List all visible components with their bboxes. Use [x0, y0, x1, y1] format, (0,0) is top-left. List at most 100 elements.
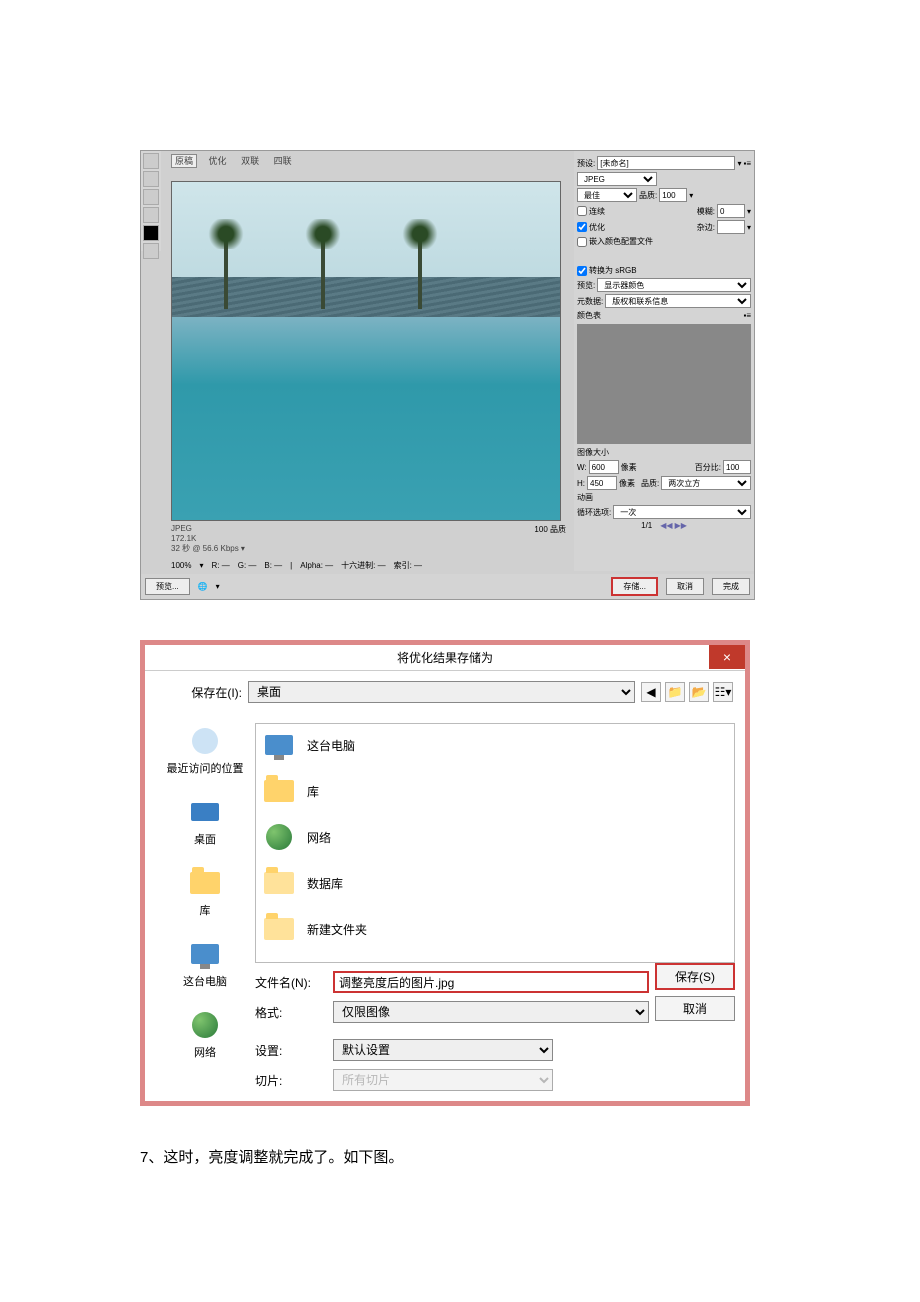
matte-dropdown-icon[interactable]: ▾	[747, 223, 751, 232]
hand-tool[interactable]	[143, 153, 159, 169]
embed-profile-label: 嵌入颜色配置文件	[589, 236, 653, 247]
loop-label: 循环选项:	[577, 507, 611, 518]
quality-readout: 100 品质	[534, 524, 566, 535]
loop-select[interactable]: 一次	[613, 505, 751, 519]
eyedropper-tool[interactable]	[143, 207, 159, 223]
place-computer[interactable]: 这台电脑	[155, 936, 255, 989]
titlebar: 将优化结果存储为 ×	[145, 645, 745, 671]
resample-label: 品质:	[641, 478, 659, 489]
width-input[interactable]	[589, 460, 619, 474]
folder-icon	[264, 918, 294, 940]
place-library[interactable]: 库	[155, 865, 255, 918]
preset-dropdown-icon[interactable]: ▾	[737, 159, 741, 168]
matte-input[interactable]	[717, 220, 745, 234]
place-recent-label: 最近访问的位置	[155, 760, 255, 776]
close-button[interactable]: ×	[709, 645, 745, 669]
library-icon	[190, 872, 220, 894]
viewmenu-icon[interactable]: ☷▾	[713, 682, 733, 702]
place-network[interactable]: 网络	[155, 1007, 255, 1060]
item-label: 库	[307, 783, 319, 800]
quality-dropdown-icon[interactable]: ▾	[689, 191, 693, 200]
caption-text: 7、这时，亮度调整就完成了。如下图。	[140, 1146, 780, 1167]
zoom-bar: 100% ▾ R: — G: — B: — | Alpha: — 十六进制: —…	[171, 560, 422, 571]
zoom-dropdown-icon[interactable]: ▾	[199, 561, 203, 570]
cancel-button[interactable]: 取消	[655, 996, 735, 1021]
slice-tool[interactable]	[143, 171, 159, 187]
computer-icon	[191, 944, 219, 964]
imagesize-label: 图像大小	[577, 447, 609, 458]
item-label: 网络	[307, 829, 331, 846]
place-recent[interactable]: 最近访问的位置	[155, 723, 255, 776]
place-desktop[interactable]: 桌面	[155, 794, 255, 847]
place-network-label: 网络	[155, 1044, 255, 1060]
colortable-menu-icon[interactable]: ▪≡	[743, 311, 751, 320]
file-list[interactable]: 这台电脑 库 网络 数据库	[255, 723, 735, 963]
list-item[interactable]: 数据库	[261, 867, 729, 899]
tab-optimized[interactable]: 优化	[206, 155, 230, 167]
browser-icon[interactable]: 🌐	[198, 582, 208, 591]
filename-input[interactable]	[333, 971, 649, 993]
network-icon	[192, 1012, 218, 1038]
progressive-checkbox[interactable]	[577, 206, 587, 216]
height-input[interactable]	[587, 476, 617, 490]
folder-icon	[264, 872, 294, 894]
frame-next-icon[interactable]: ▶▶	[675, 521, 687, 530]
preset-field[interactable]	[597, 156, 735, 170]
preview-browser-button[interactable]: 预览...	[145, 578, 190, 595]
up-icon[interactable]: 📁	[665, 682, 685, 702]
quality-input[interactable]	[659, 188, 687, 202]
w-label: W:	[577, 463, 587, 472]
savein-select[interactable]: 桌面	[248, 681, 635, 703]
metadata-select[interactable]: 版权和联系信息	[605, 294, 751, 308]
blur-dropdown-icon[interactable]: ▾	[747, 207, 751, 216]
list-item[interactable]: 新建文件夹	[261, 913, 729, 945]
format-label: 格式:	[255, 1004, 325, 1021]
info-speed: 32 秒 @ 56.6 Kbps ▾	[171, 544, 245, 554]
back-icon[interactable]: ◀	[641, 682, 661, 702]
toggle-slices[interactable]	[143, 243, 159, 259]
quality-preset[interactable]: 最佳	[577, 188, 637, 202]
embed-profile-checkbox[interactable]	[577, 237, 587, 247]
preview-select[interactable]: 显示器颜色	[597, 278, 751, 292]
format-select[interactable]: JPEG	[577, 172, 657, 186]
done-button[interactable]: 完成	[712, 578, 750, 595]
frame-prev-icon[interactable]: ◀◀	[660, 521, 672, 530]
browser-dropdown-icon[interactable]: ▾	[216, 582, 220, 591]
matte-label: 杂边:	[697, 222, 715, 233]
list-item[interactable]: 网络	[261, 821, 729, 853]
g-value: G: —	[238, 561, 257, 570]
percent-label: 百分比:	[695, 462, 721, 473]
anim-label: 动画	[577, 492, 593, 503]
zoom-tool[interactable]	[143, 189, 159, 205]
tab-original[interactable]: 原稿	[171, 154, 197, 168]
tab-4up[interactable]: 四联	[271, 155, 295, 167]
settings-select[interactable]: 默认设置	[333, 1039, 553, 1061]
save-as-dialog: 将优化结果存储为 × 保存在(I): 桌面 ◀ 📁 📂 ☷▾	[140, 640, 750, 1106]
tab-2up[interactable]: 双联	[238, 155, 262, 167]
settings-label: 设置:	[255, 1042, 325, 1059]
place-library-label: 库	[155, 902, 255, 918]
list-item[interactable]: 库	[261, 775, 729, 807]
newfolder-icon[interactable]: 📂	[689, 682, 709, 702]
panel-menu-icon[interactable]: ▪≡	[743, 159, 751, 168]
save-button[interactable]: 存储...	[611, 577, 658, 596]
slices-label: 切片:	[255, 1072, 325, 1089]
network-icon	[266, 824, 292, 850]
convert-srgb-checkbox[interactable]	[577, 266, 587, 276]
preview-image	[171, 181, 561, 521]
cancel-button[interactable]: 取消	[666, 578, 704, 595]
list-item[interactable]: 这台电脑	[261, 729, 729, 761]
optimize-checkbox[interactable]	[577, 222, 587, 232]
places-bar: 最近访问的位置 桌面 库 这台电脑	[155, 723, 255, 1091]
percent-input[interactable]	[723, 460, 751, 474]
r-value: R: —	[211, 561, 229, 570]
quality-label: 品质:	[639, 190, 657, 201]
zoom-value[interactable]: 100%	[171, 561, 191, 570]
savein-label: 保存在(I):	[157, 684, 242, 701]
color-table	[577, 324, 751, 444]
save-button[interactable]: 保存(S)	[655, 963, 735, 990]
format-select[interactable]: 仅限图像	[333, 1001, 649, 1023]
color-swatch[interactable]	[143, 225, 159, 241]
blur-input[interactable]	[717, 204, 745, 218]
resample-select[interactable]: 两次立方	[661, 476, 751, 490]
